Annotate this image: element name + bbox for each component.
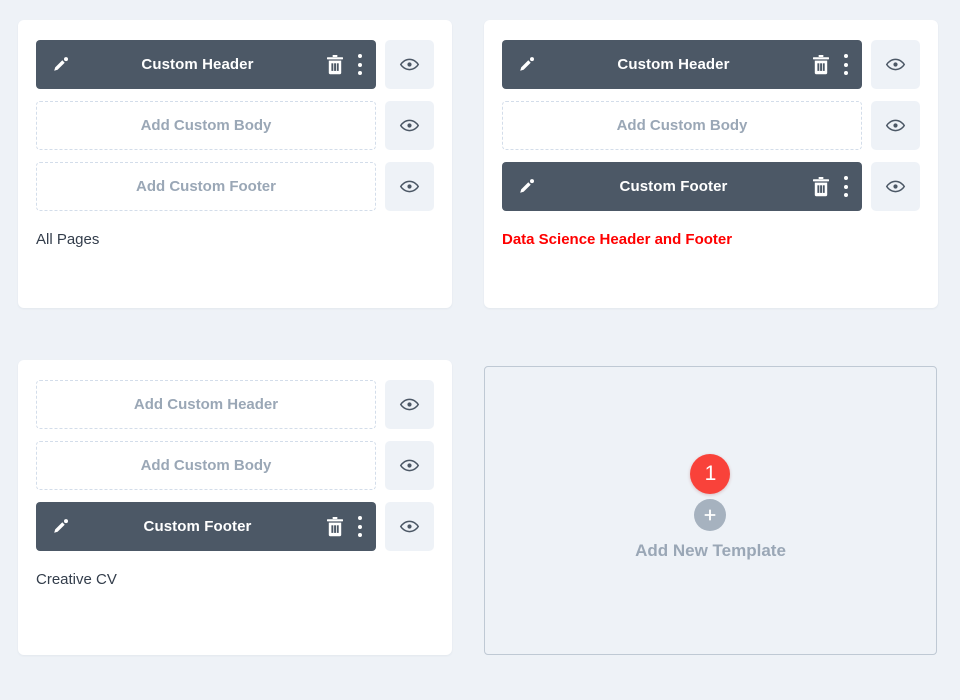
visibility-eye-icon [885, 54, 906, 75]
add-custom-footer-placeholder[interactable]: Add Custom Footer [36, 162, 376, 211]
pencil-icon[interactable] [516, 177, 536, 197]
visibility-toggle-body[interactable] [385, 441, 434, 490]
add-new-template-button[interactable] [694, 499, 726, 531]
template-row-body: Add Custom Body [36, 101, 434, 150]
add-custom-body-placeholder[interactable]: Add Custom Body [502, 101, 862, 150]
visibility-eye-icon [885, 115, 906, 136]
pencil-icon[interactable] [50, 55, 70, 75]
visibility-eye-icon [399, 516, 420, 537]
visibility-toggle-body[interactable] [871, 101, 920, 150]
custom-footer-bar[interactable]: Custom Footer [36, 502, 376, 551]
add-custom-header-placeholder[interactable]: Add Custom Header [36, 380, 376, 429]
template-card-label: All Pages [36, 231, 434, 248]
visibility-toggle-header[interactable] [385, 40, 434, 89]
trash-icon[interactable] [811, 176, 831, 198]
template-card-creative-cv[interactable]: Add Custom Header Add Custom Body [18, 360, 452, 655]
custom-header-bar[interactable]: Custom Header [502, 40, 862, 89]
template-card-label: Creative CV [36, 571, 434, 588]
visibility-eye-icon [399, 115, 420, 136]
add-custom-body-placeholder[interactable]: Add Custom Body [36, 101, 376, 150]
bar-title: Add Custom Body [141, 457, 272, 474]
template-row-header: Add Custom Header [36, 380, 434, 429]
more-options-icon[interactable] [357, 55, 362, 74]
pencil-icon[interactable] [50, 517, 70, 537]
visibility-toggle-body[interactable] [385, 101, 434, 150]
template-row-body: Add Custom Body [36, 441, 434, 490]
template-card-data-science-header-and-footer[interactable]: Custom Header [484, 20, 938, 308]
visibility-eye-icon [885, 176, 906, 197]
visibility-eye-icon [399, 54, 420, 75]
visibility-toggle-footer[interactable] [871, 162, 920, 211]
visibility-eye-icon [399, 455, 420, 476]
bar-title: Custom Header [540, 56, 807, 73]
trash-icon[interactable] [325, 516, 345, 538]
visibility-toggle-header[interactable] [385, 380, 434, 429]
visibility-eye-icon [399, 176, 420, 197]
visibility-toggle-footer[interactable] [385, 502, 434, 551]
custom-header-bar[interactable]: Custom Header [36, 40, 376, 89]
bar-title: Add Custom Footer [136, 178, 276, 195]
pencil-icon[interactable] [516, 55, 536, 75]
bar-title: Add Custom Body [617, 117, 748, 134]
visibility-toggle-header[interactable] [871, 40, 920, 89]
template-card-label: Data Science Header and Footer [502, 231, 920, 248]
visibility-toggle-footer[interactable] [385, 162, 434, 211]
more-options-icon[interactable] [843, 55, 848, 74]
template-row-header: Custom Header [36, 40, 434, 89]
bar-title: Add Custom Header [134, 396, 278, 413]
template-card-all-pages[interactable]: Custom Header [18, 20, 452, 308]
more-options-icon[interactable] [843, 177, 848, 196]
template-row-header: Custom Header [502, 40, 920, 89]
custom-footer-bar[interactable]: Custom Footer [502, 162, 862, 211]
add-custom-body-placeholder[interactable]: Add Custom Body [36, 441, 376, 490]
bar-title: Custom Footer [540, 178, 807, 195]
visibility-eye-icon [399, 394, 420, 415]
trash-icon[interactable] [811, 54, 831, 76]
template-row-footer: Add Custom Footer [36, 162, 434, 211]
bar-title: Custom Header [74, 56, 321, 73]
template-row-body: Add Custom Body [502, 101, 920, 150]
trash-icon[interactable] [325, 54, 345, 76]
bar-title: Add Custom Body [141, 117, 272, 134]
plus-icon [702, 507, 718, 523]
template-grid: Custom Header [0, 0, 960, 700]
step-badge: 1 [690, 454, 730, 494]
bar-title: Custom Footer [74, 518, 321, 535]
add-new-template-card[interactable]: 1 Add New Template [484, 366, 937, 655]
more-options-icon[interactable] [357, 517, 362, 536]
add-new-template-label: Add New Template [635, 541, 786, 561]
template-row-footer: Custom Footer [36, 502, 434, 551]
add-new-template-content: 1 Add New Template [635, 454, 786, 561]
template-row-footer: Custom Footer [502, 162, 920, 211]
